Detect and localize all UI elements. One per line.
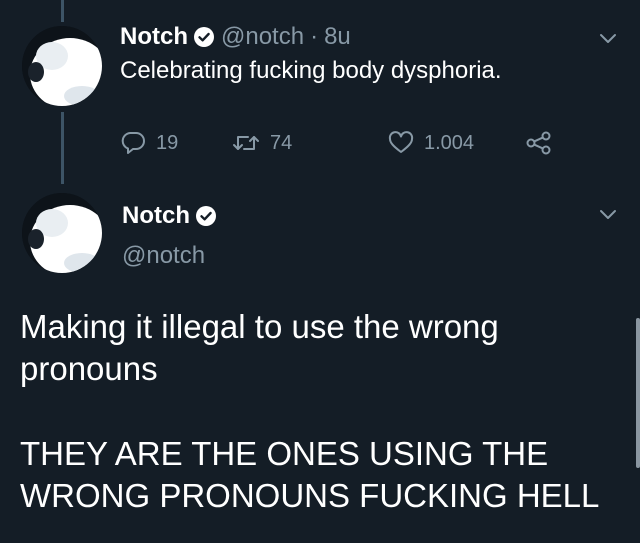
avatar[interactable] <box>22 26 102 106</box>
retweet-button[interactable]: 74 <box>232 130 292 156</box>
display-name-row: Notch <box>122 201 223 231</box>
verified-badge-icon <box>193 26 215 48</box>
tweet-header: Notch @notch · 8u <box>120 22 351 52</box>
display-name[interactable]: Notch <box>120 22 188 52</box>
reply-button[interactable]: 19 <box>120 130 178 156</box>
avatar[interactable] <box>22 193 102 273</box>
reply-count: 19 <box>156 131 179 154</box>
handle[interactable]: @notch <box>122 241 205 271</box>
tweet-text-line: THEY ARE THE ONES USING THE <box>20 435 549 472</box>
reply-icon <box>120 130 156 156</box>
separator-dot: · <box>310 23 319 50</box>
tweet-text-line: WRONG PRONOUNS FUCKING HELL <box>20 477 600 514</box>
scrollbar[interactable] <box>636 318 640 468</box>
retweet-count: 74 <box>270 131 293 154</box>
tweet-actions: 19 74 1.004 <box>120 130 560 160</box>
tweet-text-paragraph: Making it illegal to use the wrong prono… <box>20 306 499 390</box>
share-button[interactable] <box>525 130 563 156</box>
verified-badge-icon <box>195 205 217 227</box>
thread-connector-line <box>61 112 64 184</box>
tweet-text: Celebrating fucking body dysphoria. <box>120 57 502 84</box>
retweet-icon <box>232 130 270 156</box>
display-name[interactable]: Notch <box>122 201 190 231</box>
chevron-down-icon[interactable] <box>598 32 618 46</box>
heart-icon <box>388 130 424 156</box>
like-button[interactable]: 1.004 <box>388 130 474 156</box>
thread-connector-line <box>61 0 64 22</box>
handle[interactable]: @notch <box>221 22 304 52</box>
share-icon <box>525 130 563 156</box>
timestamp[interactable]: 8u <box>324 22 351 52</box>
like-count: 1.004 <box>424 131 475 154</box>
tweet-thread-screen: Notch @notch · 8u Celebrating fucking bo… <box>0 0 640 543</box>
chevron-down-icon[interactable] <box>598 208 618 222</box>
tweet-text-paragraph: THEY ARE THE ONES USING THE WRONG PRONOU… <box>20 433 599 517</box>
tweet-text-line: Making it illegal to use the wrong <box>20 308 499 345</box>
tweet-text-line: pronouns <box>20 350 158 387</box>
